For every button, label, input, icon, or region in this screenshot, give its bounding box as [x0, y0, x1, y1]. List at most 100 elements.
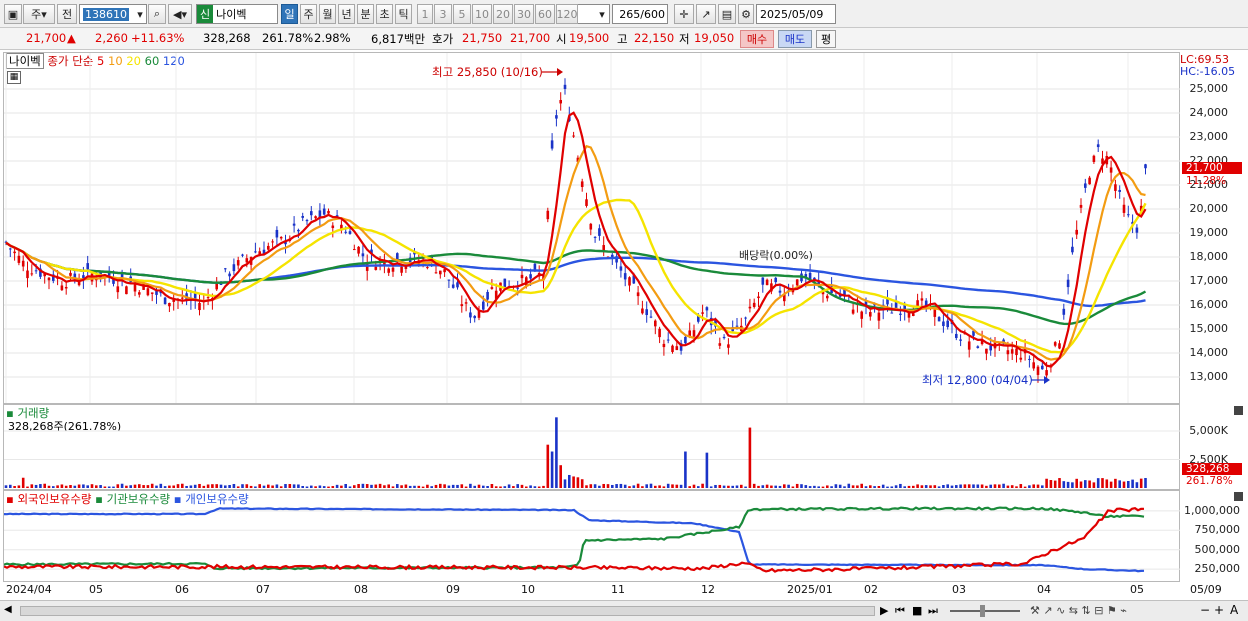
- volume-bar: [697, 486, 700, 488]
- volume-bar: [817, 486, 820, 488]
- buy-button[interactable]: 매수: [740, 30, 774, 48]
- candle-body: [215, 283, 218, 290]
- period-button-0[interactable]: 일: [281, 4, 298, 24]
- zoom-slider[interactable]: [950, 610, 1020, 612]
- x-tick: 11: [611, 583, 625, 596]
- volume-bar: [662, 486, 666, 488]
- holding-pane-close-icon[interactable]: [1234, 492, 1243, 501]
- average-label: 평: [820, 33, 832, 46]
- interval-button-120[interactable]: 120: [556, 4, 578, 24]
- interval-button-5[interactable]: 5: [453, 4, 471, 24]
- quote-low-label: 저: [679, 32, 690, 46]
- period-button-4[interactable]: 분: [357, 4, 374, 24]
- candle-body: [241, 254, 244, 256]
- interval-button-30[interactable]: 30: [514, 4, 534, 24]
- sell-button[interactable]: 매도: [778, 30, 812, 48]
- interval-button-20[interactable]: 20: [493, 4, 513, 24]
- volume-bar: [361, 483, 365, 488]
- candle-body: [163, 297, 167, 305]
- count-value: 265: [619, 7, 641, 21]
- save-icon[interactable]: ▤: [718, 4, 736, 24]
- speaker-icon[interactable]: ◀▾: [168, 4, 192, 24]
- gear-icon[interactable]: ⚙: [738, 4, 754, 24]
- volume-bar: [1028, 485, 1031, 488]
- volume-bar: [628, 486, 631, 488]
- quote-open: 19,500: [569, 31, 610, 45]
- volume-bar: [150, 483, 154, 488]
- zoom-in-icon[interactable]: +: [1214, 603, 1224, 617]
- candle-body: [722, 336, 726, 339]
- volume-bar: [73, 485, 77, 488]
- first-page-icon[interactable]: ⏮: [895, 604, 905, 618]
- volume-bar: [520, 484, 524, 488]
- footer-tools-icon[interactable]: ⚒ ↗ ∿ ⇆ ⇅ ⊟ ⚑ ⌁: [1030, 604, 1127, 617]
- zoom-slider-handle[interactable]: [980, 605, 985, 617]
- volume-bar: [679, 484, 683, 488]
- foreign-holding-line: [4, 507, 1145, 573]
- volume-bar: [1139, 478, 1143, 488]
- draw-tool-icon[interactable]: ↗: [696, 4, 716, 24]
- candle-body: [1006, 350, 1010, 355]
- candle-body: [21, 260, 25, 267]
- candle-body: [236, 260, 240, 266]
- period-button-3[interactable]: 년: [338, 4, 355, 24]
- volume-bar: [241, 484, 244, 488]
- interval-button-60[interactable]: 60: [535, 4, 555, 24]
- scroll-right-icon[interactable]: ▶: [880, 604, 888, 617]
- last-page-icon[interactable]: ⏭: [928, 604, 938, 618]
- chart-settings-icon[interactable]: ▣: [4, 4, 22, 24]
- x-tick: 12: [701, 583, 715, 596]
- volume-bar: [301, 486, 304, 488]
- crosshair-icon[interactable]: ✛: [674, 4, 694, 24]
- interval-button-10[interactable]: 10: [472, 4, 492, 24]
- volume-bar: [847, 483, 851, 488]
- volume-pane-close-icon[interactable]: [1234, 406, 1243, 415]
- candle-body: [357, 246, 360, 254]
- volume-bar: [159, 483, 163, 488]
- volume-bar: [357, 484, 360, 488]
- period-button-1[interactable]: 주: [300, 4, 317, 24]
- interval-button-1[interactable]: 1: [417, 4, 433, 24]
- volume-bar: [641, 486, 644, 488]
- volume-bar: [327, 486, 330, 488]
- current-price-tag: 21,700: [1182, 162, 1242, 174]
- search-icon[interactable]: ⌕: [148, 4, 166, 24]
- volume-bar: [39, 484, 42, 488]
- volume-bar: [671, 484, 674, 488]
- scroll-left-icon[interactable]: ◀: [4, 604, 18, 618]
- candle-body: [1010, 349, 1014, 354]
- volume-bar: [391, 486, 395, 488]
- stop-icon[interactable]: ■: [912, 604, 922, 617]
- candle-body: [946, 320, 949, 328]
- candle-body: [64, 286, 68, 289]
- candle-body: [920, 298, 924, 301]
- interval-dropdown-icon[interactable]: ▾: [595, 4, 609, 24]
- x-tick: 04: [1037, 583, 1051, 596]
- volume-bar: [365, 484, 369, 488]
- date-field[interactable]: 2025/05/09: [756, 4, 836, 24]
- zoom-out-icon[interactable]: −: [1200, 603, 1210, 617]
- volume-bar: [1058, 478, 1061, 488]
- volume-bar: [877, 486, 881, 488]
- candle-body: [198, 302, 201, 311]
- prev-button[interactable]: 전: [57, 4, 77, 24]
- average-button[interactable]: 평: [816, 30, 836, 48]
- scrollbar-track[interactable]: [20, 606, 875, 616]
- volume-bar: [929, 485, 932, 488]
- candle-body: [761, 277, 765, 285]
- interval-button-3[interactable]: 3: [434, 4, 452, 24]
- period-button-6[interactable]: 틱: [395, 4, 412, 24]
- code-dropdown-icon[interactable]: ▾: [133, 4, 147, 24]
- chart-type-select[interactable]: 주 ▾: [23, 4, 55, 24]
- count-field[interactable]: 265/600: [612, 4, 668, 24]
- stock-name-field[interactable]: 신 나이벡: [196, 4, 278, 24]
- volume-bar: [206, 484, 210, 488]
- candle-body: [353, 249, 356, 251]
- volume-bar: [611, 484, 614, 488]
- candle-body: [1071, 246, 1074, 253]
- font-size-icon[interactable]: A: [1230, 603, 1238, 617]
- volume-bar: [1096, 478, 1100, 488]
- period-button-2[interactable]: 월: [319, 4, 336, 24]
- volume-bar: [666, 483, 670, 488]
- period-button-5[interactable]: 초: [376, 4, 393, 24]
